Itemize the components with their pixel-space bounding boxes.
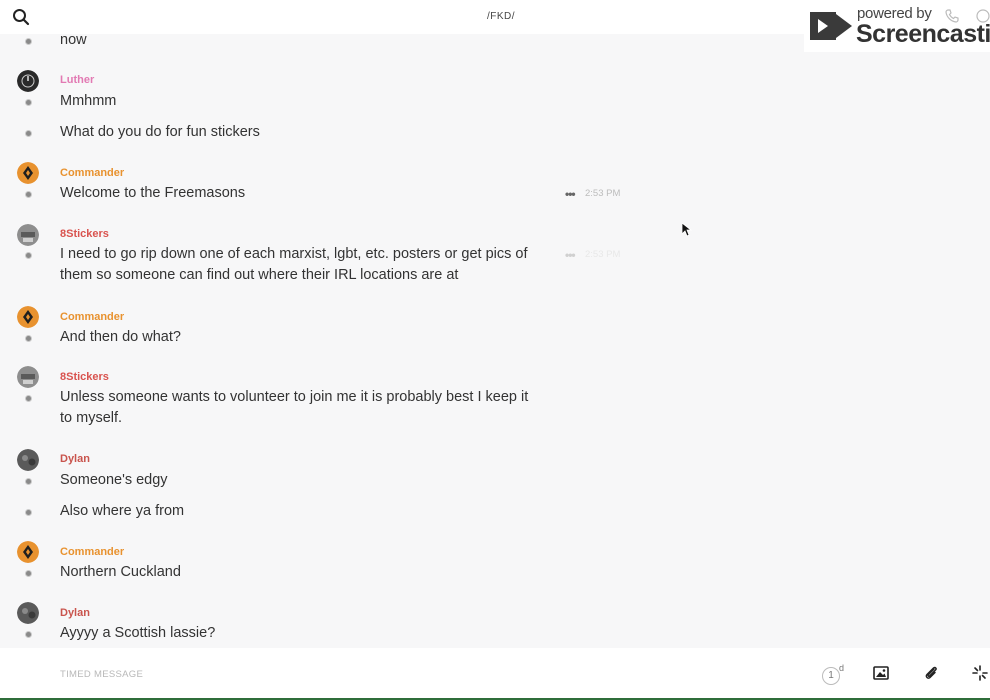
message-text: Mmhmm — [60, 93, 117, 109]
message-feed: now Luther Mmhmm What do you do for fun … — [0, 34, 990, 648]
author-name[interactable]: 8Stickers — [60, 228, 109, 240]
avatar-dylan[interactable] — [17, 449, 39, 471]
author-name[interactable]: Commander — [60, 311, 124, 323]
message-dot — [25, 99, 32, 106]
mouse-cursor-icon — [682, 223, 692, 237]
message-dot — [25, 335, 32, 342]
message-dot — [25, 509, 32, 516]
sparkle-icon[interactable] — [972, 665, 988, 681]
author-name[interactable]: 8Stickers — [60, 371, 109, 383]
message-dot — [25, 252, 32, 259]
timed-message-input[interactable] — [60, 664, 760, 684]
image-icon[interactable] — [873, 665, 889, 681]
message-dot — [25, 38, 32, 45]
message-text: Ayyyy a Scottish lassie? — [60, 625, 216, 641]
message-text: Also where ya from — [60, 503, 185, 519]
author-name[interactable]: Commander — [60, 167, 124, 179]
timer-button[interactable]: 1 d — [822, 663, 846, 686]
message-dot — [25, 570, 32, 577]
message-time: 2:53 PM — [585, 249, 621, 260]
info-icon[interactable] — [976, 9, 990, 23]
timer-unit: d — [839, 663, 845, 673]
author-name[interactable]: Dylan — [60, 453, 90, 465]
author-name[interactable]: Commander — [60, 546, 124, 558]
message-dot — [25, 395, 32, 402]
avatar-8stickers[interactable] — [17, 224, 39, 246]
message-dot — [25, 478, 32, 485]
avatar-commander[interactable] — [17, 306, 39, 328]
avatar-commander[interactable] — [17, 162, 39, 184]
timer-value: 1 — [822, 667, 840, 685]
avatar-8stickers[interactable] — [17, 366, 39, 388]
message-text: Northern Cuckland — [60, 564, 181, 580]
avatar-dylan[interactable] — [17, 602, 39, 624]
message-text: Someone's edgy — [60, 472, 168, 488]
author-name[interactable]: Luther — [60, 74, 94, 86]
message-text: And then do what? — [60, 329, 181, 345]
message-text: I need to go rip down one of each marxis… — [60, 246, 528, 283]
message-text: Unless someone wants to volunteer to joi… — [60, 389, 529, 426]
message-text: What do you do for fun stickers — [60, 124, 260, 140]
author-name[interactable]: Dylan — [60, 607, 90, 619]
message-dot — [25, 631, 32, 638]
avatar-commander[interactable] — [17, 541, 39, 563]
paperclip-icon[interactable] — [923, 665, 939, 681]
message-dot — [25, 130, 32, 137]
avatar-luther[interactable] — [17, 70, 39, 92]
message-time: 2:53 PM — [585, 188, 621, 199]
composer-bar: 1 d — [0, 648, 990, 700]
message-options-icon[interactable]: ••• — [565, 248, 576, 262]
message-options-icon[interactable]: ••• — [565, 187, 576, 201]
phone-icon[interactable] — [945, 9, 959, 23]
message-dot — [25, 191, 32, 198]
message-text: now — [60, 34, 87, 48]
message-text: Welcome to the Freemasons — [60, 185, 246, 201]
